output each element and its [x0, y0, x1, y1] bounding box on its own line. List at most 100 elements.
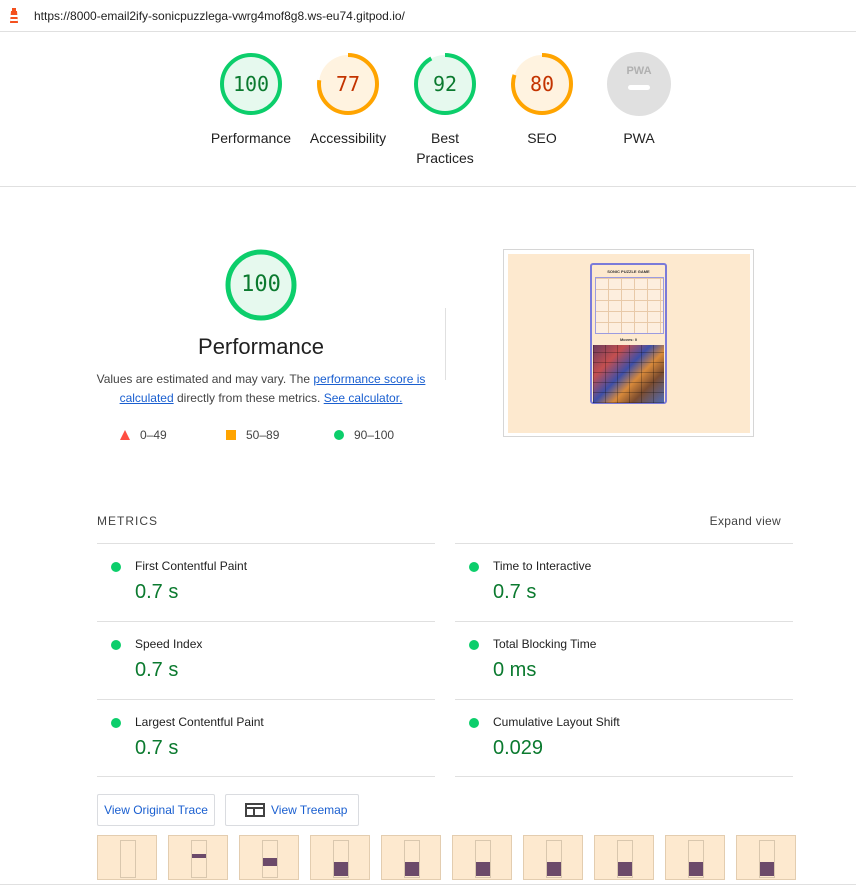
filmstrip-frame: [168, 835, 228, 880]
page-bottom-divider: [0, 884, 856, 885]
metric-name: Time to Interactive: [493, 559, 592, 573]
final-screenshot[interactable]: SONIC PUZZLE GAME Moves: 0: [503, 249, 754, 437]
treemap-icon: [245, 803, 265, 817]
pass-circle-icon: [111, 640, 121, 650]
legend-range: 0–49: [140, 428, 167, 442]
gauge-score: 92: [432, 72, 458, 96]
gauge-label-line: Practices: [416, 150, 474, 166]
desc-text: Values are estimated and may vary. The: [96, 372, 314, 386]
pwa-badge-icon: PWA: [607, 52, 671, 116]
expand-view-toggle[interactable]: Expand view: [710, 514, 781, 528]
puzzle-tiles: [593, 345, 664, 403]
gauge-accessibility[interactable]: 77 Accessibility: [300, 52, 396, 148]
performance-gauge[interactable]: 100: [224, 248, 298, 322]
calculator-link[interactable]: See calculator.: [324, 391, 403, 405]
metric-name: First Contentful Paint: [135, 559, 248, 573]
triangle-icon: [120, 430, 130, 440]
gauge-label-line: Best: [430, 130, 459, 146]
metric-name: Speed Index: [135, 637, 203, 651]
metrics-divider: [97, 776, 435, 777]
gauge-label: SEO: [527, 130, 557, 146]
screenshot-app-title: SONIC PUZZLE GAME: [607, 269, 650, 274]
filmstrip-frame: [381, 835, 441, 880]
performance-score: 100: [241, 272, 281, 297]
metric-total-blocking-time: Total Blocking Time 0 ms: [455, 621, 793, 698]
frame-tiles: [476, 862, 490, 876]
metric-value: 0.7 s: [493, 581, 537, 603]
frame-tiles: [760, 862, 774, 876]
gauge-performance[interactable]: 100 Performance: [203, 52, 299, 148]
metric-name: Cumulative Layout Shift: [493, 715, 620, 729]
puzzle-board: [595, 277, 664, 334]
metric-value: 0.7 s: [135, 737, 179, 759]
gauge-label: Performance: [210, 130, 292, 146]
metric-first-contentful-paint: First Contentful Paint 0.7 s: [97, 543, 435, 620]
view-treemap-button[interactable]: View Treemap: [225, 794, 359, 826]
circle-icon: [334, 430, 344, 440]
filmstrip-frame: [523, 835, 583, 880]
metric-cumulative-layout-shift: Cumulative Layout Shift 0.029: [455, 699, 793, 776]
metric-value: 0.7 s: [135, 581, 179, 603]
vertical-divider: [445, 308, 446, 380]
metrics-header: METRICS Expand view: [97, 512, 793, 530]
performance-summary: 100 Performance Values are estimated and…: [96, 248, 426, 408]
filmstrip-frame: [736, 835, 796, 880]
gauge-seo[interactable]: 80 SEO: [494, 52, 590, 148]
gauge-best-practices[interactable]: 92 Best Practices: [397, 52, 493, 168]
frame-content: [191, 840, 207, 878]
performance-description: Values are estimated and may vary. The p…: [96, 370, 426, 408]
square-icon: [226, 430, 236, 440]
button-label: View Original Trace: [104, 803, 208, 817]
frame-tiles: [689, 862, 703, 876]
legend-range: 90–100: [354, 428, 395, 442]
view-original-trace-button[interactable]: View Original Trace: [97, 794, 215, 826]
filmstrip-frame: [310, 835, 370, 880]
performance-title: Performance: [198, 334, 324, 359]
metric-speed-index: Speed Index 0.7 s: [97, 621, 435, 698]
metrics-divider: [455, 776, 793, 777]
pass-circle-icon: [469, 718, 479, 728]
metric-name: Largest Contentful Paint: [135, 715, 264, 729]
lighthouse-icon: [10, 8, 18, 23]
metrics-heading: METRICS: [97, 514, 158, 528]
gauge-score: 80: [529, 72, 555, 96]
metric-name: Total Blocking Time: [493, 637, 597, 651]
filmstrip-frame: [97, 835, 157, 880]
gauge-score: 100: [232, 72, 270, 96]
metric-value: 0.7 s: [135, 659, 179, 681]
page-url[interactable]: https://8000-email2ify-sonicpuzzlega-vwr…: [34, 9, 405, 23]
gauge-pwa[interactable]: PWA PWA: [591, 52, 687, 148]
gauge-label: Best Practices: [397, 128, 493, 168]
frame-tiles: [334, 862, 348, 876]
metric-largest-contentful-paint: Largest Contentful Paint 0.7 s: [97, 699, 435, 776]
legend-pass: 90–100: [334, 428, 394, 442]
filmstrip-frame: [594, 835, 654, 880]
pwa-badge-text: PWA: [626, 65, 651, 77]
metric-value: 0.029: [493, 737, 544, 759]
frame-tiles: [618, 862, 632, 876]
address-bar: https://8000-email2ify-sonicpuzzlega-vwr…: [0, 0, 856, 32]
pass-circle-icon: [111, 718, 121, 728]
screenshot-viewport: SONIC PUZZLE GAME Moves: 0: [508, 254, 750, 433]
legend-range: 50–89: [246, 428, 280, 442]
gauge-score: 77: [335, 72, 361, 96]
category-gauges: 100 Performance 77 Accessibility 92 Best…: [0, 32, 856, 187]
frame-content: [120, 840, 136, 878]
gauge-label: Accessibility: [309, 130, 387, 146]
frame-tiles: [405, 862, 419, 876]
moves-counter: Moves: 0: [619, 337, 638, 342]
button-label: View Treemap: [271, 803, 348, 817]
filmstrip: [97, 835, 797, 880]
desc-text: directly from these metrics.: [173, 391, 324, 405]
frame-tiles: [263, 858, 277, 866]
pass-circle-icon: [469, 640, 479, 650]
legend-average: 50–89: [226, 428, 279, 442]
frame-tiles: [547, 862, 561, 876]
score-legend: 0–49 50–89 90–100: [120, 428, 420, 444]
metric-value: 0 ms: [493, 659, 537, 681]
legend-fail: 0–49: [120, 428, 167, 442]
filmstrip-frame: [239, 835, 299, 880]
metric-time-to-interactive: Time to Interactive 0.7 s: [455, 543, 793, 620]
frame-tiles: [192, 854, 206, 858]
pass-circle-icon: [111, 562, 121, 572]
